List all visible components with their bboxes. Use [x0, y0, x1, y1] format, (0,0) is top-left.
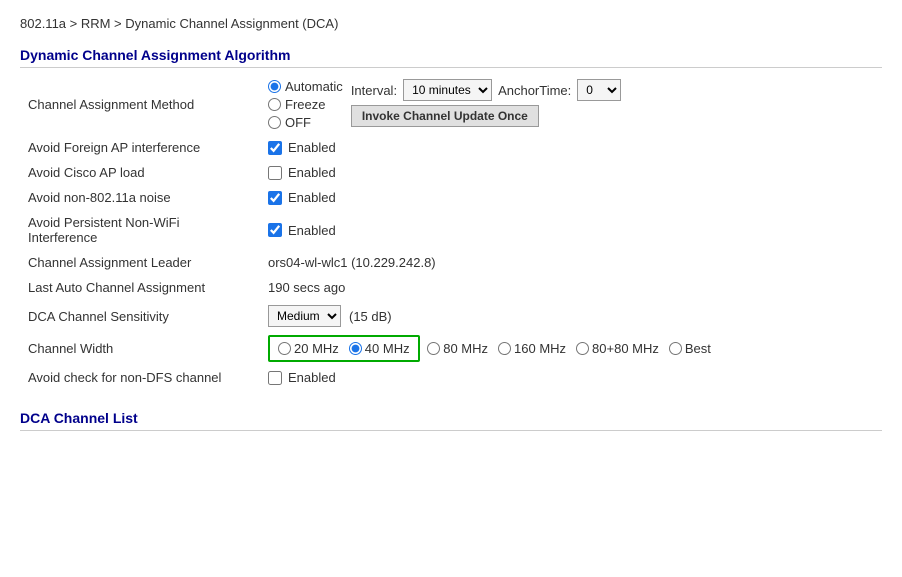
channel-assignment-leader-value: ors04-wl-wlc1 (10.229.242.8) [260, 250, 882, 275]
avoid-non-dfs-label: Avoid check for non-DFS channel [20, 365, 260, 390]
radio-80mhz[interactable] [427, 342, 440, 355]
interval-select[interactable]: 10 minutes 5 minutes 1 minute 30 minutes… [403, 79, 492, 101]
avoid-cisco-ap-checkbox[interactable] [268, 166, 282, 180]
avoid-foreign-ap-label: Avoid Foreign AP interference [20, 135, 260, 160]
avoid-cisco-ap-label: Avoid Cisco AP load [20, 160, 260, 185]
radio-80plus80mhz[interactable] [576, 342, 589, 355]
channel-width-options: 20 MHz 40 MHz [268, 335, 420, 362]
radio-best[interactable] [669, 342, 682, 355]
avoid-persistent-checkbox[interactable] [268, 223, 282, 237]
radio-40mhz[interactable] [349, 342, 362, 355]
radio-160mhz[interactable] [498, 342, 511, 355]
radio-20mhz[interactable] [278, 342, 291, 355]
avoid-cisco-ap-enabled: Enabled [288, 165, 336, 180]
avoid-non-80211a-checkbox[interactable] [268, 191, 282, 205]
avoid-non-80211a-label: Avoid non-802.11a noise [20, 185, 260, 210]
channel-assignment-method-label: Channel Assignment Method [20, 74, 260, 135]
radio-freeze[interactable] [268, 98, 281, 111]
radio-40mhz-label: 40 MHz [365, 341, 410, 356]
last-auto-channel-value: 190 secs ago [260, 275, 882, 300]
dca-channel-list-title: DCA Channel List [20, 410, 882, 431]
radio-80mhz-label: 80 MHz [443, 341, 488, 356]
radio-160mhz-label: 160 MHz [514, 341, 566, 356]
dca-sensitivity-db: (15 dB) [349, 309, 392, 324]
dca-channel-sensitivity-label: DCA Channel Sensitivity [20, 300, 260, 332]
avoid-non-80211a-enabled: Enabled [288, 190, 336, 205]
avoid-persistent-enabled: Enabled [288, 223, 336, 238]
interval-label: Interval: [351, 83, 397, 98]
radio-off-label: OFF [285, 115, 311, 130]
anchor-time-label: AnchorTime: [498, 83, 571, 98]
radio-20mhz-label: 20 MHz [294, 341, 339, 356]
invoke-channel-update-button[interactable]: Invoke Channel Update Once [351, 105, 539, 127]
radio-80plus80mhz-label: 80+80 MHz [592, 341, 659, 356]
radio-freeze-label: Freeze [285, 97, 325, 112]
section-title: Dynamic Channel Assignment Algorithm [20, 47, 882, 68]
radio-best-label: Best [685, 341, 711, 356]
breadcrumb: 802.11a > RRM > Dynamic Channel Assignme… [20, 16, 882, 31]
avoid-non-dfs-enabled: Enabled [288, 370, 336, 385]
radio-off[interactable] [268, 116, 281, 129]
avoid-foreign-ap-enabled: Enabled [288, 140, 336, 155]
channel-assignment-leader-label: Channel Assignment Leader [20, 250, 260, 275]
avoid-foreign-ap-checkbox[interactable] [268, 141, 282, 155]
radio-automatic-label: Automatic [285, 79, 343, 94]
avoid-persistent-label: Avoid Persistent Non-WiFi Interference [20, 210, 260, 250]
anchor-time-select[interactable]: 0123 4567 891011 [577, 79, 621, 101]
last-auto-channel-label: Last Auto Channel Assignment [20, 275, 260, 300]
radio-automatic[interactable] [268, 80, 281, 93]
avoid-non-dfs-checkbox[interactable] [268, 371, 282, 385]
dca-sensitivity-select[interactable]: Low Medium High [268, 305, 341, 327]
channel-width-label: Channel Width [20, 332, 260, 365]
